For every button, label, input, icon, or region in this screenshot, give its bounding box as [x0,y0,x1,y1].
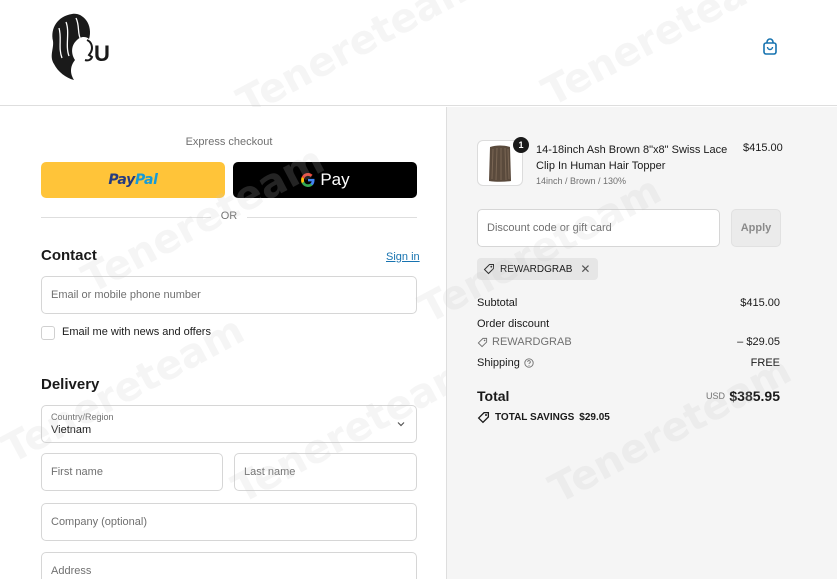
discount-code-label: REWARDGRAB [492,336,572,348]
product-name: 14-18inch Ash Brown 8"x8" Swiss Lace Cli… [536,144,728,172]
email-field[interactable]: Email or mobile phone number [41,276,417,314]
shipping-value: FREE [750,357,780,369]
first-name-placeholder: First name [51,466,103,478]
country-value: Vietnam [51,424,92,436]
header: U Tenereteam Tenereteam [0,0,837,126]
company-field[interactable]: Company (optional) [41,503,417,541]
email-placeholder: Email or mobile phone number [51,289,201,301]
quantity-badge: 1 [513,137,529,153]
order-discount-row: Order discount [477,318,780,330]
tag-icon [477,411,490,424]
discount-value: – $29.05 [737,336,780,348]
company-placeholder: Company (optional) [51,516,147,528]
paypal-logo: PayPal [108,172,158,188]
first-name-field[interactable]: First name [41,453,223,491]
country-label: Country/Region [51,412,114,422]
discount-code-info: REWARDGRAB [477,336,572,348]
contact-title: Contact [41,247,97,264]
express-checkout-label: Express checkout [185,136,273,148]
shipping-row: Shipping FREE [477,357,780,369]
paypal-button[interactable]: PayPal [41,162,225,198]
total-currency: USD [706,391,726,401]
tag-icon [477,337,488,347]
subtotal-value: $415.00 [740,297,780,309]
logo-letter: U [94,41,110,66]
shopping-bag-icon [763,38,777,55]
address-placeholder: Address [51,565,92,577]
chevron-down-icon [397,422,405,427]
google-pay-label: Pay [320,170,350,189]
or-divider: OR [41,210,417,224]
shipping-label-group: Shipping [477,357,534,369]
savings-label: TOTAL SAVINGS [495,412,575,423]
or-label: OR [220,210,238,222]
last-name-placeholder: Last name [244,466,296,478]
country-select[interactable]: Country/Region Vietnam [41,405,417,443]
shipping-label: Shipping [477,357,520,369]
total-label: Total [477,388,510,404]
discount-placeholder: Discount code or gift card [487,222,612,234]
help-circle-icon[interactable] [524,358,534,368]
brand-logo[interactable]: U [44,8,120,84]
tag-icon [483,264,494,275]
product-variant: 14inch / Brown / 130% [536,176,627,186]
google-g-icon [301,173,315,187]
discount-code-input[interactable]: Discount code or gift card [477,209,720,247]
newsletter-label: Email me with news and offers [62,326,211,338]
last-name-field[interactable]: Last name [234,453,417,491]
address-field[interactable]: Address [41,552,417,579]
remove-discount-icon[interactable]: ✕ [580,262,590,276]
watermark: Tenereteam [534,0,792,116]
order-summary: 1 14-18inch Ash Brown 8"x8" Swiss Lace C… [412,107,837,579]
delivery-title: Delivery [41,376,100,393]
savings-value: $29.05 [579,412,610,423]
discount-code-row: REWARDGRAB – $29.05 [477,336,780,351]
cart-button[interactable] [760,37,780,57]
applied-code-label: REWARDGRAB [500,263,573,275]
newsletter-checkbox[interactable] [41,326,55,340]
watermark: Tenereteam [541,347,799,513]
total-savings: TOTAL SAVINGS $29.05 [477,411,610,424]
apply-discount-button[interactable]: Apply [731,209,781,247]
subtotal-row: Subtotal $415.00 [477,297,780,309]
order-discount-label: Order discount [477,318,550,330]
total-value: $385.95 [729,388,780,404]
google-pay-button[interactable]: Pay [233,162,417,198]
sign-in-link[interactable]: Sign in [386,251,420,263]
checkout-form: Express checkout PayPal Pay OR Contact S… [0,107,482,579]
applied-discount-tag: REWARDGRAB ✕ [477,258,599,280]
subtotal-label: Subtotal [477,297,518,309]
product-price: $415.00 [743,142,783,154]
